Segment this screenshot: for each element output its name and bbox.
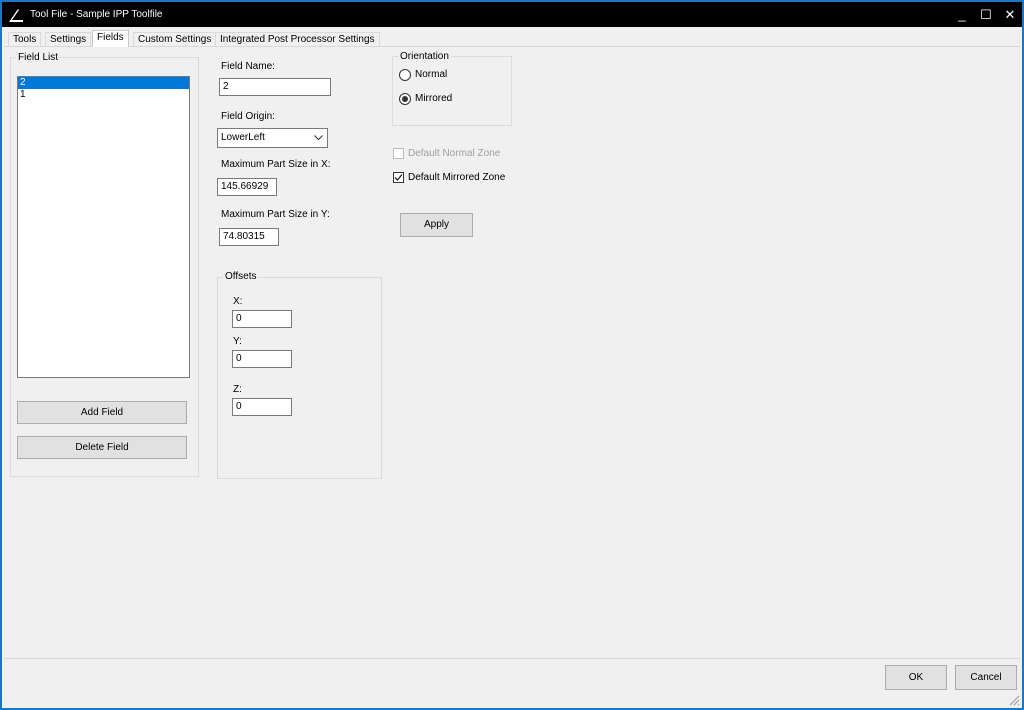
tab-custom-settings[interactable]: Custom Settings <box>133 32 217 46</box>
offset-y-input[interactable]: 0 <box>232 350 292 368</box>
field-origin-value: LowerLeft <box>221 132 265 143</box>
radio-selected-dot <box>402 96 408 102</box>
offset-z-input[interactable]: 0 <box>232 398 292 416</box>
checkmark-icon <box>394 174 403 181</box>
max-y-label: Maximum Part Size in Y: <box>221 209 330 220</box>
mirrored-radio[interactable] <box>399 93 411 105</box>
chevron-down-icon <box>314 135 323 141</box>
offset-x-input[interactable]: 0 <box>232 310 292 328</box>
default-mirrored-zone-checkbox[interactable] <box>393 172 404 183</box>
mirrored-radio-label[interactable]: Mirrored <box>415 93 452 104</box>
default-normal-zone-checkbox[interactable] <box>393 148 404 159</box>
minimize-icon[interactable]: _ <box>950 2 974 27</box>
list-item[interactable]: 1 <box>18 89 189 101</box>
tab-tools[interactable]: Tools <box>8 32 42 46</box>
tab-settings[interactable]: Settings <box>45 32 92 46</box>
field-list-label: Field List <box>16 52 61 63</box>
field-name-label: Field Name: <box>221 61 275 72</box>
tab-integrated-post-processor-settings[interactable]: Integrated Post Processor Settings <box>215 32 380 46</box>
cancel-button[interactable]: Cancel <box>955 665 1017 690</box>
orientation-label: Orientation <box>398 51 451 62</box>
ok-button[interactable]: OK <box>885 665 947 690</box>
normal-radio[interactable] <box>399 69 411 81</box>
normal-radio-label[interactable]: Normal <box>415 69 447 80</box>
apply-button[interactable]: Apply <box>400 213 473 237</box>
offsets-label: Offsets <box>223 271 259 282</box>
default-normal-zone-label: Default Normal Zone <box>408 148 501 159</box>
field-list[interactable]: 2 1 <box>17 76 190 378</box>
tool-file-window: Tool File - Sample IPP Toolfile _ ☐ ✕ To… <box>0 0 1024 710</box>
fields-tab-panel: Field List 2 1 Add Field Delete Field Fi… <box>4 46 1020 659</box>
list-item[interactable]: 2 <box>18 77 189 89</box>
max-x-input[interactable]: 145.66929 <box>217 178 277 196</box>
maximize-icon[interactable]: ☐ <box>974 2 998 27</box>
offset-y-label: Y: <box>233 336 242 347</box>
close-icon[interactable]: ✕ <box>998 2 1022 27</box>
max-y-input[interactable]: 74.80315 <box>219 228 279 246</box>
offset-x-label: X: <box>233 296 243 307</box>
delete-field-button[interactable]: Delete Field <box>17 436 187 459</box>
default-mirrored-zone-label[interactable]: Default Mirrored Zone <box>408 172 505 183</box>
app-logo-icon <box>9 9 23 22</box>
resize-grip-icon[interactable] <box>1008 694 1020 706</box>
field-origin-select[interactable]: LowerLeft <box>217 128 328 148</box>
offsets-group <box>217 277 382 479</box>
add-field-button[interactable]: Add Field <box>17 401 187 424</box>
offset-z-label: Z: <box>233 384 242 395</box>
footer-divider <box>4 658 1020 659</box>
window-title: Tool File - Sample IPP Toolfile <box>30 9 163 20</box>
title-bar[interactable]: Tool File - Sample IPP Toolfile _ ☐ ✕ <box>2 2 1022 27</box>
max-x-label: Maximum Part Size in X: <box>221 159 331 170</box>
tab-fields[interactable]: Fields <box>92 30 129 47</box>
field-name-input[interactable]: 2 <box>219 78 331 96</box>
orientation-group <box>392 56 512 126</box>
field-origin-label: Field Origin: <box>221 111 275 122</box>
